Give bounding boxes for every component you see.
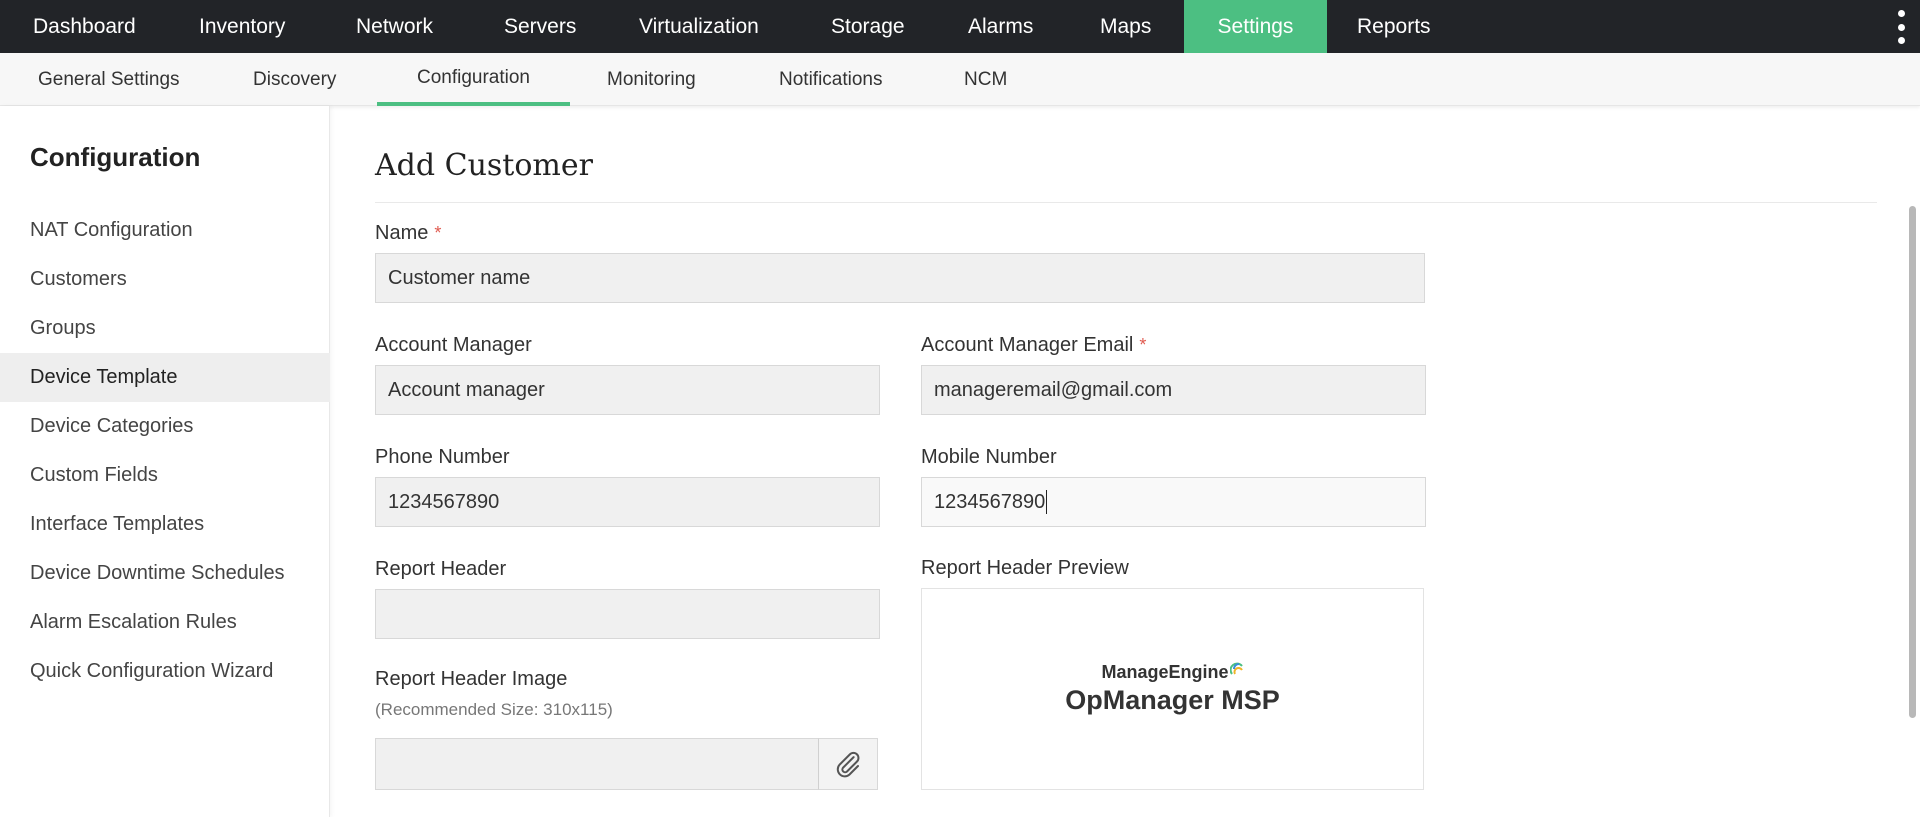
sidebar-item-interface-templates[interactable]: Interface Templates [0,500,330,549]
mobile-number-value: 1234567890 [934,490,1046,513]
phone-number-label: Phone Number [375,446,510,468]
title-divider [375,202,1877,203]
logo-brand: ManageEngine [1101,662,1243,683]
nav-tab-network[interactable]: Network [356,0,433,53]
logo-brand-text: ManageEngine [1101,662,1229,682]
name-label: Name * [375,222,441,245]
report-header-preview: ManageEngine OpManager MSP [921,588,1424,790]
name-field[interactable]: Customer name [375,253,1425,303]
sidebar-item-quick-configuration-wizard[interactable]: Quick Configuration Wizard [0,647,330,696]
required-marker: * [1139,335,1147,355]
report-header-image-field[interactable] [375,738,821,790]
subtab-notifications[interactable]: Notifications [779,53,883,106]
subtab-general-settings[interactable]: General Settings [38,53,180,106]
logo-product: OpManager MSP [1065,685,1280,715]
nav-tab-virtualization[interactable]: Virtualization [639,0,759,53]
subtab-discovery[interactable]: Discovery [253,53,336,106]
paperclip-icon [836,751,860,778]
account-manager-email-label: Account Manager Email * [921,334,1146,357]
sidebar-item-device-downtime-schedules[interactable]: Device Downtime Schedules [0,549,330,598]
sidebar-title: Configuration [30,142,201,172]
nav-tab-inventory[interactable]: Inventory [199,0,285,53]
attach-file-button[interactable] [818,738,878,790]
name-label-text: Name [375,222,429,244]
account-manager-email-field[interactable]: manageremail@gmail.com [921,365,1426,415]
subtab-monitoring[interactable]: Monitoring [607,53,696,106]
sidebar-item-alarm-escalation-rules[interactable]: Alarm Escalation Rules [0,598,330,647]
page-title: Add Customer [375,148,593,183]
nav-tab-maps[interactable]: Maps [1100,0,1151,53]
add-customer-form: Add Customer Name * Customer name Account… [331,106,1920,817]
sub-navigation-bar: General Settings Discovery Configuration… [0,53,1920,106]
report-header-field[interactable] [375,589,880,639]
nav-tab-servers[interactable]: Servers [504,0,576,53]
nav-tab-dashboard[interactable]: Dashboard [33,0,136,53]
nav-tab-settings[interactable]: Settings [1184,0,1327,53]
account-manager-field[interactable]: Account manager [375,365,880,415]
sidebar-item-custom-fields[interactable]: Custom Fields [0,451,330,500]
sidebar-item-customers[interactable]: Customers [0,255,330,304]
sidebar-item-groups[interactable]: Groups [0,304,330,353]
nav-tab-alarms[interactable]: Alarms [968,0,1033,53]
subtab-ncm[interactable]: NCM [964,53,1007,106]
kebab-menu-icon[interactable] [1896,10,1906,44]
page-scrollbar[interactable] [1909,206,1916,718]
sidebar-item-nat-configuration[interactable]: NAT Configuration [0,206,330,255]
sidebar-item-device-template[interactable]: Device Template [0,353,330,402]
account-manager-email-label-text: Account Manager Email [921,334,1134,356]
report-header-image-label: Report Header Image [375,668,568,690]
mobile-number-label: Mobile Number [921,446,1057,468]
text-caret [1046,490,1048,514]
top-navigation-bar: Dashboard Inventory Network Servers Virt… [0,0,1920,53]
report-header-preview-label: Report Header Preview [921,557,1129,579]
sidebar-item-device-categories[interactable]: Device Categories [0,402,330,451]
brand-swirl-icon [1229,662,1243,675]
mobile-number-field[interactable]: 1234567890 [921,477,1426,527]
configuration-sidebar: Configuration NAT Configuration Customer… [0,106,330,817]
nav-tab-reports[interactable]: Reports [1357,0,1431,53]
account-manager-label: Account Manager [375,334,532,356]
phone-number-field[interactable]: 1234567890 [375,477,880,527]
report-header-label: Report Header [375,558,507,580]
recommended-size-hint: (Recommended Size: 310x115) [375,700,613,719]
required-marker: * [434,223,442,243]
subtab-configuration[interactable]: Configuration [377,53,570,106]
nav-tab-storage[interactable]: Storage [831,0,905,53]
